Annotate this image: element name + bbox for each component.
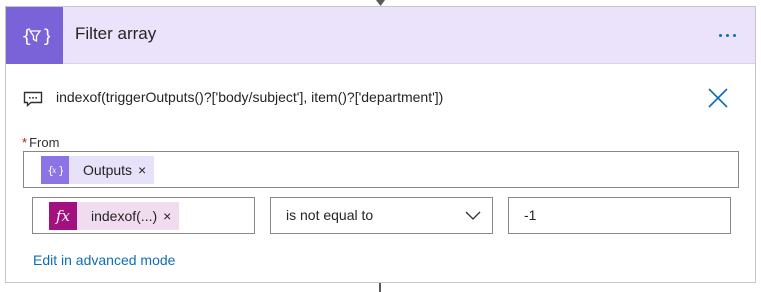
from-label-text: From: [29, 135, 60, 150]
outputs-token[interactable]: { } x Outputs ×: [41, 156, 155, 184]
expression-row: indexof(triggerOutputs()?['body/subject'…: [6, 75, 755, 121]
chevron-down-icon: [465, 211, 481, 220]
svg-text:}: }: [42, 26, 50, 47]
filter-array-icon: { }: [6, 7, 63, 64]
card-title: Filter array: [75, 24, 157, 43]
ellipsis-dot: [725, 33, 729, 37]
condition-left-input[interactable]: fx indexof(...) ×: [32, 197, 255, 234]
ellipsis-dot: [732, 33, 736, 37]
from-input[interactable]: { } x Outputs ×: [23, 151, 739, 188]
condition-right-input[interactable]: -1: [508, 197, 731, 234]
close-icon[interactable]: [706, 86, 730, 110]
outputs-token-label: Outputs: [83, 162, 133, 178]
required-marker: *: [22, 135, 28, 150]
ellipsis-icon: [718, 33, 722, 37]
operator-dropdown[interactable]: is not equal to: [270, 197, 493, 234]
indexof-token-label: indexof(...): [91, 208, 158, 224]
comment-icon[interactable]: [23, 91, 43, 107]
remove-indexof-token-button[interactable]: ×: [163, 208, 179, 224]
more-options-button[interactable]: [709, 22, 745, 48]
card-header[interactable]: { } Filter array: [6, 7, 755, 64]
remove-outputs-token-button[interactable]: ×: [138, 162, 154, 178]
expression-text: indexof(triggerOutputs()?['body/subject'…: [56, 89, 444, 105]
filter-array-card: { } Filter array indexof(triggerOutputs(…: [5, 6, 756, 283]
edit-advanced-mode-link[interactable]: Edit in advanced mode: [33, 252, 175, 268]
svg-text:x: x: [52, 166, 57, 175]
function-icon: fx: [49, 202, 77, 230]
variable-icon: { } x: [41, 156, 69, 184]
indexof-token[interactable]: fx indexof(...) ×: [49, 202, 180, 230]
operator-selected-value: is not equal to: [286, 207, 374, 223]
flow-connector-line: [379, 283, 381, 292]
from-label: * From: [22, 135, 59, 150]
svg-text:{: {: [21, 26, 32, 47]
svg-text:}: }: [58, 164, 63, 177]
